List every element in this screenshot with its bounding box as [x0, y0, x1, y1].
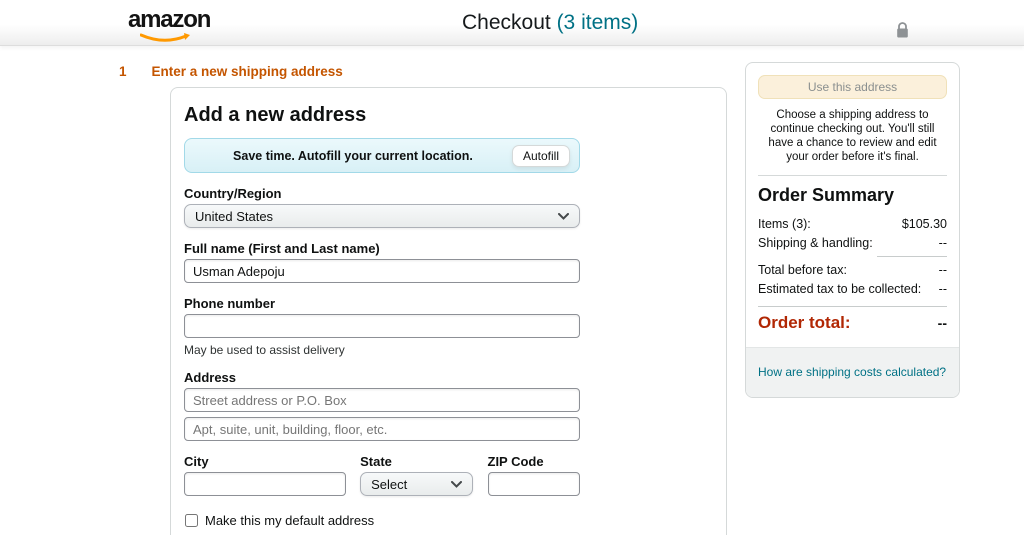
phone-helper-text: May be used to assist delivery	[184, 343, 345, 357]
city-label: City	[184, 454, 209, 469]
summary-label: Shipping & handling:	[758, 236, 873, 250]
summary-row-items: Items (3): $105.30	[758, 215, 947, 234]
address-hint-text: Choose a shipping address to continue ch…	[768, 109, 937, 163]
city-field: City	[184, 441, 347, 496]
country-field: Country/Region United States	[184, 186, 580, 228]
summary-value: $105.30	[901, 217, 947, 231]
default-address-label: Make this my default address	[205, 513, 375, 528]
order-total-row: Order total: --	[758, 313, 947, 333]
items-count: (3 items)	[556, 11, 639, 34]
step-heading: 1 Enter a new shipping address	[119, 64, 343, 79]
summary-value: --	[938, 236, 947, 250]
apt-suite-input[interactable]	[184, 417, 580, 441]
zip-field: ZIP Code	[487, 441, 580, 496]
summary-value: --	[938, 263, 947, 277]
order-summary-footer: How are shipping costs calculated?	[746, 347, 959, 397]
shipping-costs-link[interactable]: How are shipping costs calculated?	[758, 365, 946, 379]
address-field: Address	[184, 370, 580, 441]
state-select[interactable]: Select	[360, 472, 473, 496]
street-address-input[interactable]	[184, 388, 580, 412]
amazon-logo-text: amazon	[128, 6, 211, 33]
header: amazon Checkout (3 items)	[0, 0, 1024, 46]
checkout-page: amazon Checkout (3 items) 1 Enter a new s…	[0, 0, 1024, 535]
state-field: State Select	[360, 441, 473, 496]
step-title: Enter a new shipping address	[151, 64, 343, 79]
summary-row-shipping: Shipping & handling: --	[758, 234, 947, 253]
country-selected-value: United States	[195, 208, 274, 224]
divider	[758, 306, 947, 307]
summary-row-estimated-tax: Estimated tax to be collected: --	[758, 280, 947, 299]
full-name-input[interactable]	[184, 259, 580, 283]
form-title: Add a new address	[184, 104, 367, 126]
amazon-smile-icon	[140, 33, 190, 42]
autofill-button[interactable]: Autofill	[511, 144, 570, 167]
address-label: Address	[184, 370, 237, 385]
autofill-banner-text: Save time. Autofill your current locatio…	[233, 148, 473, 163]
lock-icon	[897, 22, 908, 38]
summary-row-before-tax: Total before tax: --	[758, 261, 947, 280]
country-select[interactable]: United States	[184, 204, 580, 228]
country-label: Country/Region	[184, 186, 282, 201]
order-total-label: Order total:	[758, 313, 851, 332]
checkout-label: Checkout	[462, 11, 557, 34]
step-number: 1	[119, 64, 127, 79]
summary-label: Estimated tax to be collected:	[758, 282, 922, 296]
summary-label: Total before tax:	[758, 263, 847, 277]
phone-field: Phone number May be used to assist deliv…	[184, 296, 580, 357]
summary-label: Items (3):	[758, 217, 811, 231]
chevron-down-icon	[450, 480, 462, 488]
default-address-checkbox[interactable]	[185, 514, 198, 527]
divider	[877, 256, 947, 257]
order-summary-title: Order Summary	[758, 185, 895, 205]
order-total-value: --	[937, 315, 947, 331]
full-name-field: Full name (First and Last name)	[184, 241, 580, 283]
city-input[interactable]	[184, 472, 347, 496]
autofill-banner: Save time. Autofill your current locatio…	[184, 138, 580, 173]
divider	[758, 175, 947, 176]
add-address-card: Add a new address Save time. Autofill yo…	[170, 87, 727, 535]
phone-input[interactable]	[184, 314, 580, 338]
use-this-address-button[interactable]: Use this address	[758, 75, 947, 99]
zip-label: ZIP Code	[487, 454, 544, 469]
city-state-zip-row: City State Select ZIP Code	[184, 441, 580, 496]
amazon-logo[interactable]: amazon	[128, 8, 211, 42]
summary-value: --	[938, 282, 947, 296]
chevron-down-icon	[558, 212, 569, 220]
state-label: State	[360, 454, 392, 469]
page-title: Checkout (3 items)	[462, 11, 638, 35]
default-address-row: Make this my default address	[184, 513, 713, 528]
zip-input[interactable]	[487, 472, 580, 496]
full-name-label: Full name (First and Last name)	[184, 241, 380, 256]
order-summary-body: Use this address Choose a shipping addre…	[746, 63, 959, 347]
state-selected-value: Select	[371, 476, 408, 492]
phone-label: Phone number	[184, 296, 276, 311]
order-summary-panel: Use this address Choose a shipping addre…	[745, 62, 960, 398]
